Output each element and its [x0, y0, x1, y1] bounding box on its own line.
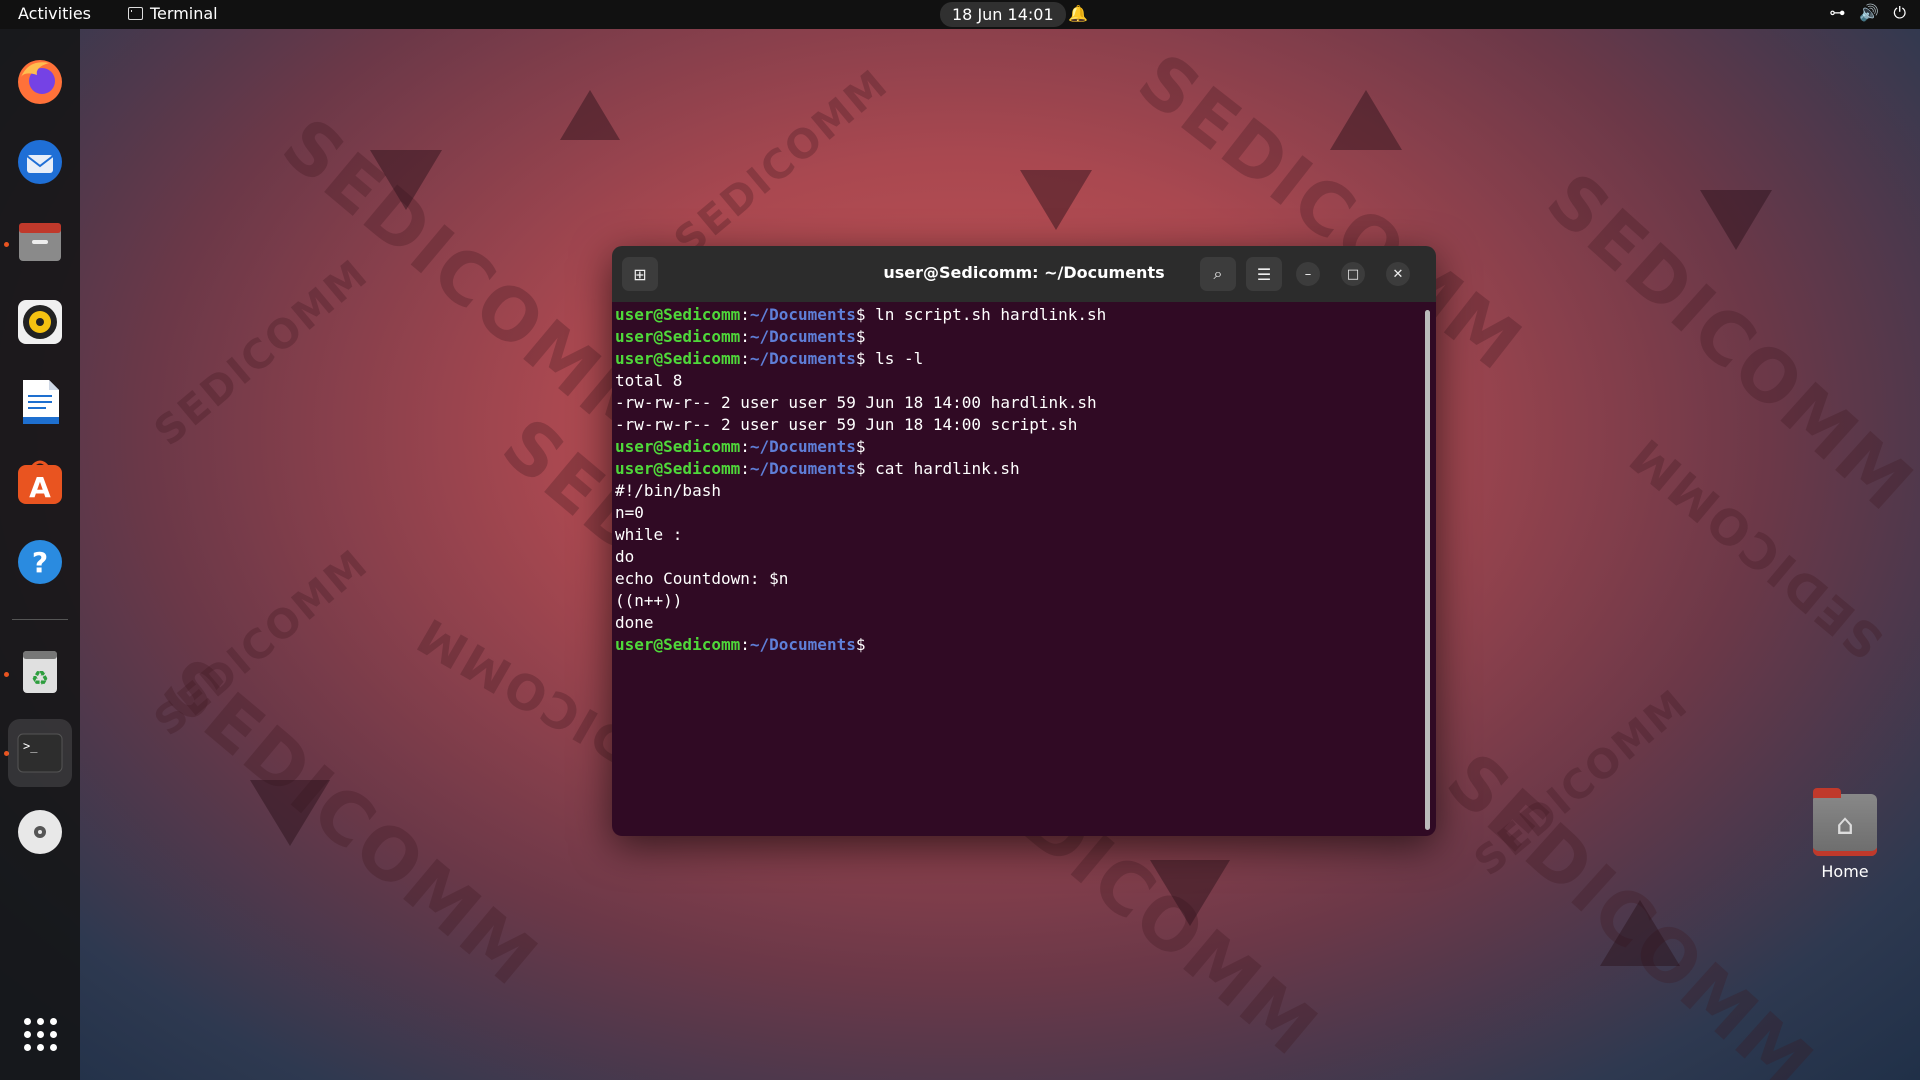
libreoffice-writer-icon[interactable] [13, 375, 67, 429]
prompt-path: ~/Documents [749, 459, 856, 478]
terminal-command-line: user@Sedicomm:~/Documents$ cat hardlink.… [615, 459, 1020, 478]
terminal-command-line: user@Sedicomm:~/Documents$ [615, 327, 866, 346]
terminal-output-line: do [615, 547, 635, 566]
search-icon: ⌕ [1213, 264, 1223, 283]
files-icon[interactable] [13, 215, 67, 269]
svg-text:♻: ♻ [31, 666, 49, 690]
terminal-output[interactable]: user@Sedicomm:~/Documents$ ln script.sh … [612, 302, 1436, 836]
terminal-icon [128, 7, 143, 20]
help-icon[interactable]: ? [13, 535, 67, 589]
terminal-window[interactable]: ⊞ user@Sedicomm: ~/Documents ⌕ ☰ – □ ✕ u… [612, 246, 1436, 836]
terminal-titlebar[interactable]: ⊞ user@Sedicomm: ~/Documents ⌕ ☰ – □ ✕ [612, 246, 1436, 302]
svg-text:?: ? [32, 546, 48, 579]
app-center-icon[interactable]: A [13, 455, 67, 509]
top-bar: Activities Terminal 18 Jun 14:01 🔔 ⊶ 🔊 ⏻ [0, 0, 1920, 29]
dock-separator [12, 619, 68, 620]
volume-icon[interactable]: 🔊 [1859, 3, 1879, 23]
minimize-icon: – [1304, 266, 1312, 282]
terminal-output-line: #!/bin/bash [615, 481, 721, 500]
prompt-user: user@Sedicomm [615, 305, 741, 324]
firefox-icon[interactable] [13, 55, 67, 109]
system-tray[interactable]: ⊶ 🔊 ⏻ [1829, 3, 1906, 23]
terminal-scrollbar[interactable] [1425, 310, 1430, 830]
svg-text:>_: >_ [23, 739, 38, 753]
trash-icon[interactable]: ♻ [13, 645, 67, 699]
terminal-output-line: done [615, 613, 654, 632]
dvd-icon[interactable] [13, 805, 67, 859]
prompt-user: user@Sedicomm [615, 635, 741, 654]
prompt-path: ~/Documents [749, 437, 856, 456]
hamburger-menu-icon: ☰ [1256, 264, 1272, 284]
terminal-output-line: echo Countdown: $n [615, 569, 789, 588]
terminal-output-line: -rw-rw-r-- 2 user user 59 Jun 18 14:00 h… [615, 393, 1097, 412]
prompt-user: user@Sedicomm [615, 459, 741, 478]
prompt-user: user@Sedicomm [615, 437, 741, 456]
running-indicator [4, 672, 9, 677]
desktop-home-folder[interactable]: ⌂ Home [1805, 788, 1885, 881]
clock-button[interactable]: 18 Jun 14:01 [940, 2, 1066, 27]
activities-button[interactable]: Activities [18, 4, 91, 23]
power-icon[interactable]: ⏻ [1893, 3, 1906, 23]
network-icon[interactable]: ⊶ [1829, 3, 1845, 23]
prompt-user: user@Sedicomm [615, 349, 741, 368]
terminal-command-line: user@Sedicomm:~/Documents$ ln script.sh … [615, 305, 1107, 324]
prompt-path: ~/Documents [749, 327, 856, 346]
terminal-output-line: n=0 [615, 503, 644, 522]
maximize-button[interactable]: □ [1341, 262, 1365, 286]
terminal-command-line: user@Sedicomm:~/Documents$ [615, 437, 866, 456]
notification-bell-icon[interactable]: 🔔 [1068, 4, 1088, 23]
rhythmbox-icon[interactable] [13, 295, 67, 349]
house-icon: ⌂ [1836, 808, 1854, 841]
app-menu-label: Terminal [150, 4, 218, 23]
running-indicator [4, 242, 9, 247]
home-label: Home [1821, 862, 1869, 881]
terminal-output-line: -rw-rw-r-- 2 user user 59 Jun 18 14:00 s… [615, 415, 1078, 434]
terminal-command-line: user@Sedicomm:~/Documents$ [615, 635, 866, 654]
show-apps-grid-icon[interactable] [13, 1007, 67, 1061]
menu-button[interactable]: ☰ [1246, 257, 1282, 291]
clock-label: 18 Jun 14:01 [952, 5, 1054, 24]
terminal-output-line: total 8 [615, 371, 683, 390]
dock: A ? ♻ >_ [0, 29, 80, 1080]
close-button[interactable]: ✕ [1386, 262, 1410, 286]
maximize-icon: □ [1346, 266, 1360, 282]
minimize-button[interactable]: – [1296, 262, 1320, 286]
prompt-user: user@Sedicomm [615, 327, 741, 346]
thunderbird-icon[interactable] [13, 135, 67, 189]
terminal-output-line: ((n++)) [615, 591, 683, 610]
prompt-path: ~/Documents [749, 305, 856, 324]
svg-text:A: A [29, 471, 51, 504]
prompt-path: ~/Documents [749, 349, 856, 368]
terminal-command-line: user@Sedicomm:~/Documents$ ls -l [615, 349, 924, 368]
search-button[interactable]: ⌕ [1200, 257, 1236, 291]
close-icon: ✕ [1392, 266, 1404, 282]
app-menu-terminal[interactable]: Terminal [128, 4, 218, 23]
home-folder-icon: ⌂ [1813, 788, 1877, 856]
terminal-icon[interactable]: >_ [8, 719, 72, 787]
terminal-output-line: while : [615, 525, 683, 544]
prompt-path: ~/Documents [749, 635, 856, 654]
